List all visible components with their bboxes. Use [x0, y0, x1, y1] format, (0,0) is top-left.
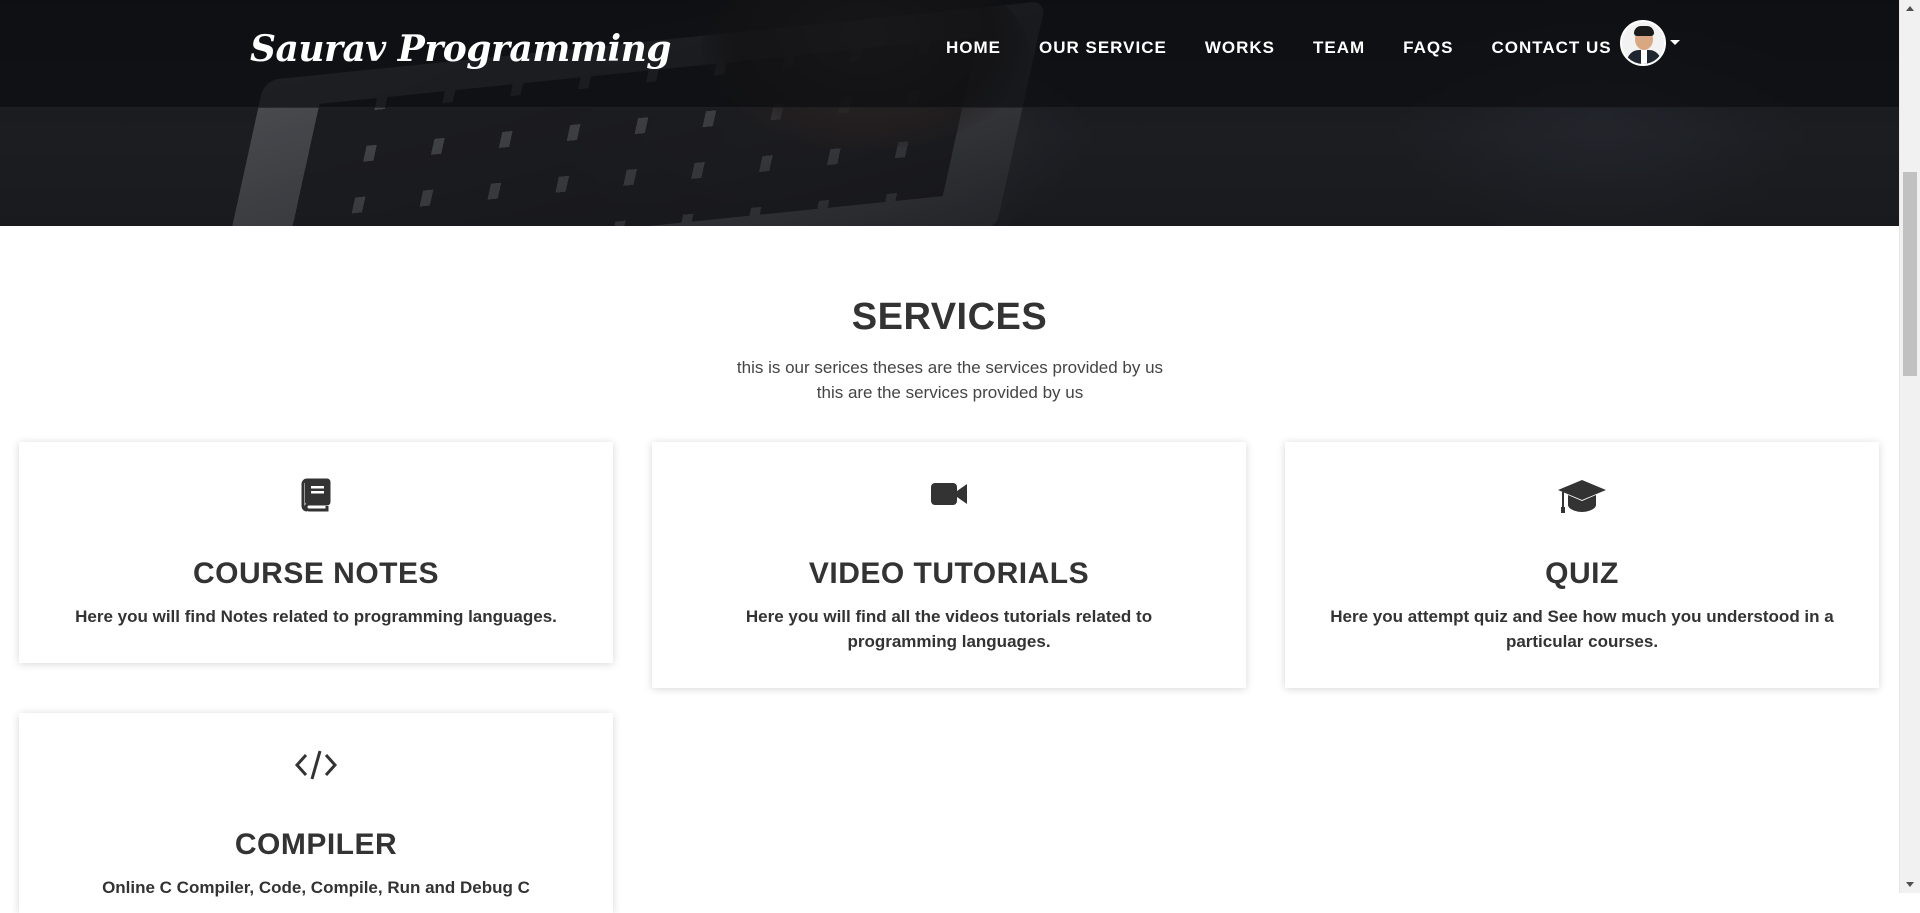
service-card-compiler[interactable]: COMPILER Online C Compiler, Code, Compil…	[19, 713, 613, 913]
service-card-course-notes[interactable]: COURSE NOTES Here you will find Notes re…	[19, 442, 613, 663]
nav-home[interactable]: HOME	[946, 38, 1001, 58]
service-card-video-tutorials[interactable]: VIDEO TUTORIALS Here you will find all t…	[652, 442, 1246, 688]
services-subtitle-line2: this are the services provided by us	[816, 383, 1084, 402]
main-nav: HOME OUR SERVICE WORKS TEAM FAQS CONTACT…	[946, 38, 1650, 58]
card-title: COURSE NOTES	[192, 557, 440, 590]
book-icon	[19, 476, 613, 516]
card-title: VIDEO TUTORIALS	[808, 557, 1090, 590]
card-description: Here you will find Notes related to prog…	[75, 607, 557, 626]
nav-our-service[interactable]: OUR SERVICE	[1039, 38, 1167, 58]
card-title: QUIZ	[1545, 557, 1619, 590]
navbar: Saurav Programming HOME OUR SERVICE WORK…	[0, 0, 1899, 108]
page-scrollbar[interactable]	[1899, 0, 1920, 893]
services-subtitle: this is our serices theses are the servi…	[700, 355, 1200, 405]
card-title: COMPILER	[234, 828, 398, 861]
video-camera-icon	[652, 476, 1246, 516]
card-description: Here you will find all the videos tutori…	[745, 607, 1153, 651]
graduation-cap-icon	[1285, 476, 1879, 516]
services-subtitle-line1: this is our serices theses are the servi…	[736, 358, 1164, 377]
nav-faqs[interactable]: FAQS	[1403, 38, 1453, 58]
brand-logo[interactable]: Saurav Programming	[250, 28, 671, 70]
nav-team[interactable]: TEAM	[1313, 38, 1365, 58]
card-description: Here you attempt quiz and See how much y…	[1330, 607, 1834, 651]
scrollbar-thumb[interactable]	[1903, 172, 1917, 376]
code-icon	[19, 747, 613, 787]
services-title: SERVICES	[851, 296, 1048, 338]
card-description: Online C Compiler, Code, Compile, Run an…	[102, 878, 530, 897]
nav-contact-us[interactable]: CONTACT US	[1491, 38, 1611, 58]
service-card-quiz[interactable]: QUIZ Here you attempt quiz and See how m…	[1285, 442, 1879, 688]
chevron-down-icon[interactable]	[1670, 40, 1680, 45]
nav-works[interactable]: WORKS	[1205, 38, 1275, 58]
scroll-up-icon[interactable]	[1906, 6, 1914, 11]
scroll-down-icon[interactable]	[1906, 882, 1914, 887]
user-avatar[interactable]	[1620, 20, 1666, 66]
